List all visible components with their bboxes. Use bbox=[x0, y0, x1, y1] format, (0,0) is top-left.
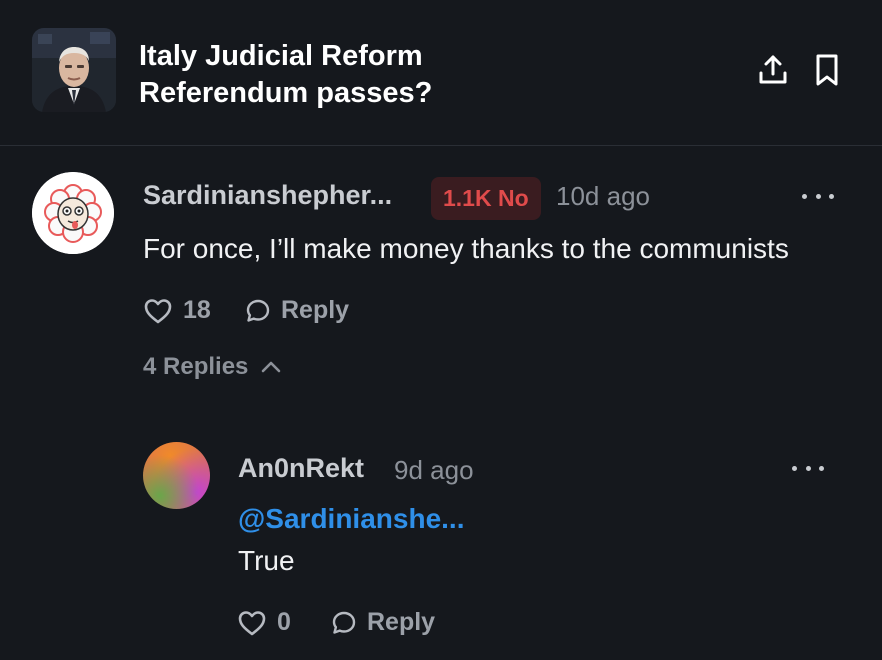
reply-label: Reply bbox=[281, 296, 350, 324]
heart-icon bbox=[144, 298, 172, 323]
comment-more-button[interactable] bbox=[802, 186, 834, 206]
comment-reply-button[interactable]: Reply bbox=[245, 296, 349, 325]
comment-text: For once, I’ll make money thanks to the … bbox=[143, 233, 789, 264]
reply-like-button[interactable]: 0 bbox=[237, 608, 291, 637]
market-thumbnail bbox=[32, 28, 116, 112]
reply-reply-button[interactable]: Reply bbox=[331, 608, 435, 637]
bookmark-button[interactable] bbox=[811, 52, 843, 88]
comment-username[interactable]: Sardinianshepher... bbox=[143, 180, 392, 211]
reply-username[interactable]: An0nRekt bbox=[238, 453, 364, 484]
speech-bubble-icon bbox=[332, 611, 356, 634]
reply-timestamp: 9d ago bbox=[394, 455, 474, 485]
replies-toggle[interactable]: 4 Replies bbox=[143, 353, 282, 381]
more-dot bbox=[815, 193, 821, 199]
replies-count-label: 4 Replies bbox=[143, 353, 249, 380]
more-dot bbox=[802, 193, 807, 199]
more-dot bbox=[805, 465, 811, 471]
share-button[interactable] bbox=[757, 52, 789, 88]
position-badge: 1.1K No bbox=[431, 177, 541, 220]
market-title: Italy Judicial Reform Referendum passes? bbox=[139, 40, 433, 109]
reply-avatar[interactable] bbox=[143, 442, 210, 509]
comments-screen: Italy Judicial Reform Referendum passes? bbox=[0, 0, 882, 660]
reply-mention-link[interactable]: @Sardinianshe... bbox=[238, 503, 464, 535]
reply-label: Reply bbox=[367, 608, 436, 636]
reply-more-button[interactable] bbox=[792, 458, 824, 478]
more-dot bbox=[819, 465, 824, 471]
like-count: 18 bbox=[183, 296, 211, 324]
comment-like-button[interactable]: 18 bbox=[143, 296, 211, 325]
reply-text: True bbox=[238, 545, 295, 576]
more-dot bbox=[792, 465, 797, 471]
share-upload-icon bbox=[759, 55, 787, 84]
chevron-up-icon bbox=[262, 361, 281, 373]
comment-timestamp: 10d ago bbox=[556, 181, 650, 211]
like-count: 0 bbox=[277, 608, 291, 636]
more-dot bbox=[829, 193, 834, 199]
market-header: Italy Judicial Reform Referendum passes? bbox=[0, 0, 882, 146]
sheep-avatar[interactable] bbox=[32, 172, 114, 254]
heart-icon bbox=[238, 610, 266, 635]
bookmark-icon bbox=[816, 54, 838, 86]
speech-bubble-icon bbox=[246, 299, 270, 322]
